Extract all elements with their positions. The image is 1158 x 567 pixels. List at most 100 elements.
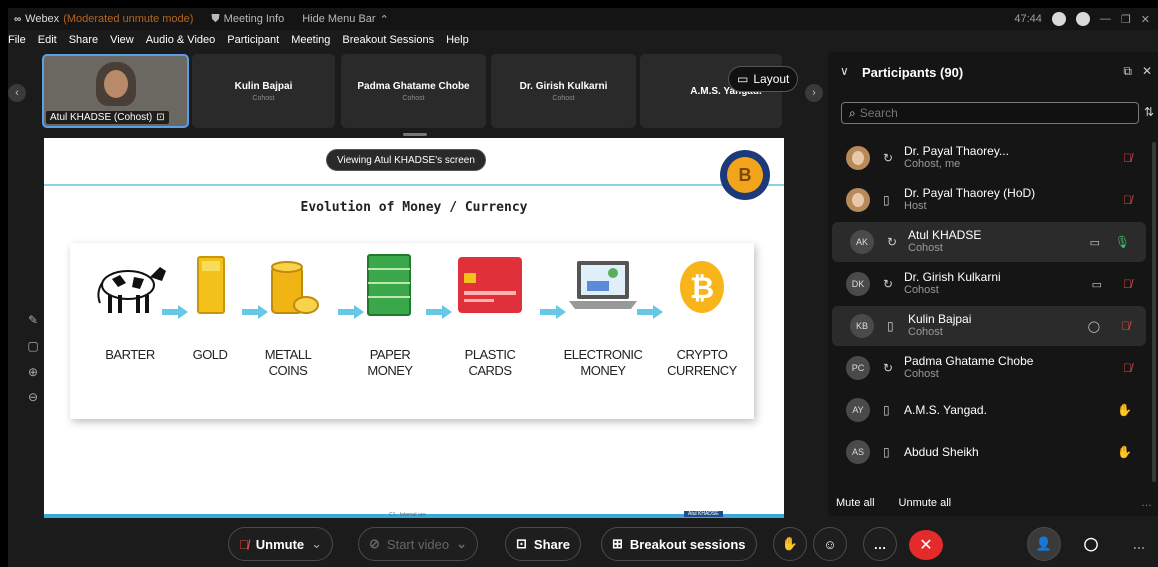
share-button[interactable]: ⊡ Share [505,527,582,561]
zoom-in-icon[interactable]: ⊕ [25,364,41,380]
status-icon[interactable] [1051,12,1066,26]
money-evolution-diagram: BARTER GOLD METALL COINS PAPER MONEY PLA… [70,243,754,419]
self-name-text: Atul KHADSE (Cohost) [50,112,153,123]
more-button[interactable]: … [863,527,897,561]
mic-muted-icon[interactable]: 🎙̸ [1123,361,1132,375]
participant-row[interactable]: ▯ Dr. Payal Thaorey (HoD) Host 🎙̸ [828,180,1148,220]
mic-muted-icon[interactable]: 🎙̸ [1121,319,1130,333]
stage-label-line1: PLASTIC [464,347,516,362]
popout-icon[interactable]: ⧉ [1123,64,1132,79]
stage-label-line1: PAPER [369,347,411,362]
start-video-button[interactable]: ⊘ Start video ⌄ [358,527,478,561]
annotate-icon[interactable]: ✎ [25,312,41,328]
video-tile[interactable]: Padma Ghatame Chobe Cohost [341,54,486,128]
stage-label: ELECTRONIC MONEY [563,347,643,379]
meeting-info-button[interactable]: ⛊ Meeting Info [211,13,284,26]
chat-button[interactable]: ◯ [1074,527,1108,561]
leave-meeting-button[interactable]: ✕ [909,530,943,560]
participant-row[interactable]: AS ▯ Abdud Sheikh ✋ [828,432,1148,472]
search-icon: ⌕ [849,105,856,120]
title-bar: ∞ Webex (Moderated unmute mode) ⛊ Meeting… [8,8,1158,30]
minimize-button[interactable]: — [1100,13,1111,25]
menu-item-participant[interactable]: Participant [227,34,279,50]
panel-footer: Mute all Unmute all … [828,490,1158,516]
maximize-button[interactable]: ❐ [1121,13,1131,26]
mic-muted-icon[interactable]: 🎙̸ [1123,277,1132,291]
close-panel-icon[interactable]: ✕ [1142,64,1152,79]
video-tile[interactable]: Kulin Bajpai Cohost [192,54,335,128]
menu-item-file[interactable]: File [8,34,26,50]
laptop-icon [569,261,637,309]
participant-row[interactable]: KB ▯ Kulin Bajpai Cohost ◯ 🎙̸ [832,306,1146,346]
zoom-out-icon[interactable]: ⊖ [25,389,41,405]
chevron-left-icon: ‹ [15,87,19,99]
stage-gold: GOLD [170,243,250,419]
strip-resize-handle[interactable] [403,133,427,136]
chat-icon[interactable]: ◯ [1088,320,1100,333]
close-window-button[interactable]: ✕ [1141,13,1150,26]
hand-raised-icon[interactable]: ✋ [1117,403,1132,417]
stage-label: GOLD [170,347,250,363]
mic-muted-icon[interactable]: 🎙̸ [1123,193,1132,207]
participant-role: Host [904,200,927,212]
more-options-icon[interactable]: … [1141,497,1152,509]
strip-next-button[interactable]: › [805,84,823,102]
participant-row[interactable]: ↻ Dr. Payal Thaorey... Cohost, me 🎙̸ [828,138,1148,178]
menu-item-audio-video[interactable]: Audio & Video [146,34,216,50]
menu-item-view[interactable]: View [110,34,134,50]
more-apps-button[interactable]: … [1122,527,1156,561]
network-icon[interactable] [1075,12,1090,26]
reactions-button[interactable]: ☺ [813,527,847,561]
search-input[interactable] [859,106,1120,120]
participant-row[interactable]: PC ↻ Padma Ghatame Chobe Cohost 🎙̸ [828,348,1148,388]
mic-muted-icon[interactable]: 🎙̸ [1123,151,1132,165]
stage-label: METALL COINS [248,347,328,379]
hand-raise-button[interactable]: ✋ [773,527,807,561]
menu-item-share[interactable]: Share [69,34,98,50]
participant-name: Dr. Payal Thaorey... [904,144,1009,158]
participant-row[interactable]: AY ▯ A.M.S. Yangad. ✋ [828,390,1148,430]
camera-icon[interactable]: ▭ [1092,278,1102,291]
mute-all-button[interactable]: Mute all [836,497,875,509]
unmute-all-button[interactable]: Unmute all [899,497,952,509]
menu-item-meeting[interactable]: Meeting [291,34,330,50]
layout-button[interactable]: ▭ Layout [728,66,799,92]
participant-role: Cohost [904,284,939,296]
people-icon: 👤 [1035,536,1053,551]
collapse-chevron-icon[interactable]: ∨ [840,64,849,78]
unmute-button[interactable]: 🎙̸ Unmute ⌄ [228,527,334,561]
self-video-tile[interactable]: Atul KHADSE (Cohost) ⊡ [42,54,189,128]
shared-screen: Viewing Atul KHADSE's screen B Evolution… [44,138,784,518]
menu-item-edit[interactable]: Edit [38,34,57,50]
stage-plastic-cards: PLASTIC CARDS [450,243,530,419]
menu-item-breakout-sessions[interactable]: Breakout Sessions [342,34,434,50]
participant-role: Cohost [904,368,939,380]
sort-icon[interactable]: ⇅ [1144,105,1154,119]
share-icon: ⊡ [516,536,527,551]
participants-button[interactable]: 👤 [1027,527,1061,561]
chat-bubble-icon[interactable]: ▢ [25,338,41,354]
video-tile[interactable]: Dr. Girish Kulkarni Cohost [491,54,636,128]
meeting-info-label: Meeting Info [223,13,285,25]
hand-raised-icon[interactable]: ✋ [1117,445,1132,459]
breakout-sessions-button[interactable]: ⊞ Breakout sessions [601,527,757,561]
hide-menu-bar-button[interactable]: Hide Menu Bar ⌃ [302,13,389,26]
cow-icon [97,267,166,313]
ellipsis-icon: … [873,536,887,552]
avatar: PC [846,356,870,380]
participant-name: Dr. Girish Kulkarni [904,270,1001,284]
sync-icon: ↻ [883,277,894,291]
participant-scrollbar[interactable] [1152,142,1156,482]
avatar [846,146,870,170]
screen-share-icon: ⊡ [156,112,165,123]
layout-label: Layout [753,72,790,86]
mic-muted-icon: 🎙̸ [239,536,249,552]
menu-item-help[interactable]: Help [446,34,469,50]
participant-search[interactable]: ⌕ [841,102,1139,124]
camera-icon[interactable]: ▭ [1090,236,1100,249]
strip-prev-button[interactable]: ‹ [8,84,26,102]
participant-row[interactable]: AK ↻ Atul KHADSE Cohost ▭ 🎙 [832,222,1146,262]
meeting-timer: 47:44 [1014,13,1042,25]
mic-on-icon[interactable]: 🎙 [1115,235,1130,249]
participant-row[interactable]: DK ↻ Dr. Girish Kulkarni Cohost ▭ 🎙̸ [828,264,1148,304]
